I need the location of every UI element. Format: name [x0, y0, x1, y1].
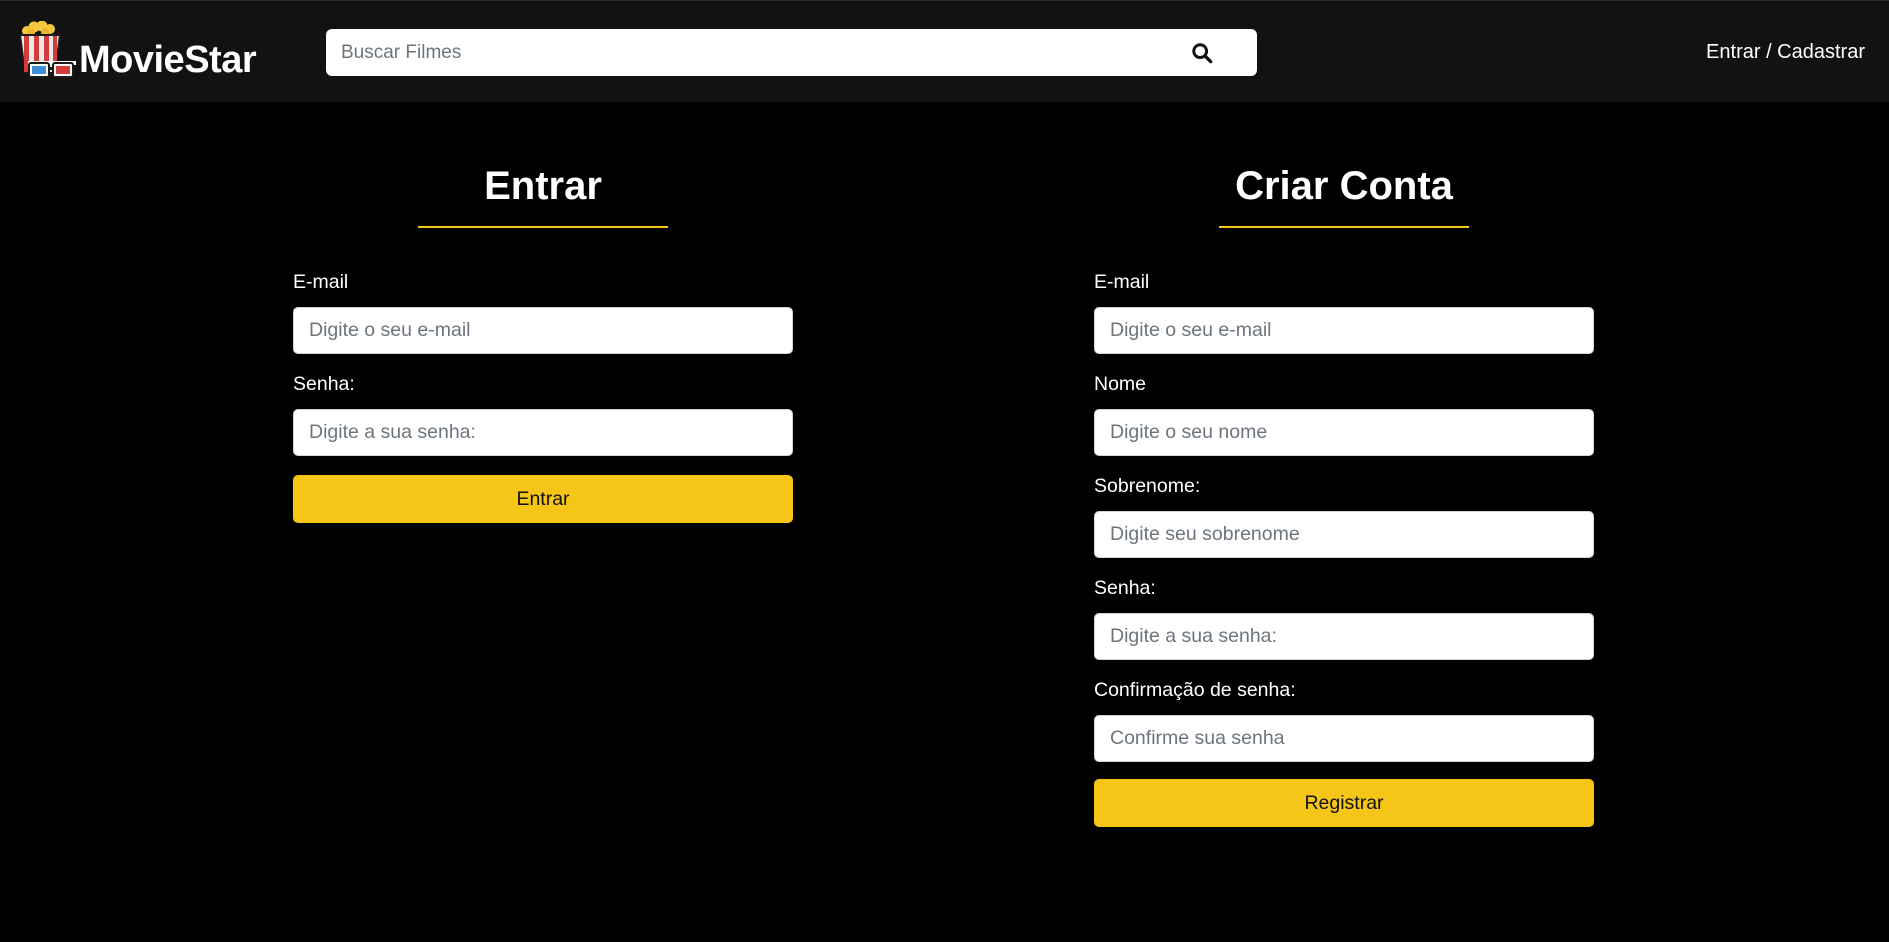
register-title-underline [1219, 226, 1469, 228]
search-icon [1191, 42, 1217, 64]
register-confirm-input[interactable] [1094, 715, 1594, 762]
register-password-group: Senha: [1094, 577, 1594, 660]
login-email-input[interactable] [293, 307, 793, 354]
register-name-input[interactable] [1094, 409, 1594, 456]
register-confirm-label: Confirmação de senha: [1094, 679, 1296, 701]
register-lastname-input[interactable] [1094, 511, 1594, 558]
login-section: Entrar E-mail Senha: Entrar [293, 160, 793, 523]
navbar: MovieStar Entrar / Cadastrar [0, 0, 1889, 102]
search-form [326, 29, 1257, 76]
register-confirm-group: Confirmação de senha: [1094, 679, 1594, 762]
login-password-label: Senha: [293, 373, 355, 395]
register-password-label: Senha: [1094, 577, 1156, 599]
register-email-input[interactable] [1094, 307, 1594, 354]
register-name-group: Nome [1094, 373, 1594, 456]
register-submit-button[interactable]: Registrar [1094, 779, 1594, 827]
register-form: E-mail Nome Sobrenome: Senha: Confirmaçã… [1094, 271, 1594, 827]
search-button[interactable] [1191, 40, 1217, 66]
search-input[interactable] [326, 29, 1186, 76]
register-email-group: E-mail [1094, 271, 1594, 354]
register-lastname-group: Sobrenome: [1094, 475, 1594, 558]
register-title: Criar Conta [1235, 164, 1453, 208]
login-register-link[interactable]: Entrar / Cadastrar [1706, 41, 1865, 64]
login-submit-button[interactable]: Entrar [293, 475, 793, 523]
login-form: E-mail Senha: Entrar [293, 271, 793, 523]
brand-link[interactable]: MovieStar [14, 21, 257, 87]
login-email-group: E-mail [293, 271, 793, 354]
popcorn-3d-glasses-icon [14, 21, 78, 87]
brand-name: MovieStar [79, 38, 257, 81]
login-password-group: Senha: [293, 373, 793, 456]
login-title-underline [418, 226, 668, 228]
register-name-label: Nome [1094, 373, 1147, 395]
login-email-label: E-mail [293, 271, 349, 293]
register-email-label: E-mail [1094, 271, 1150, 293]
register-lastname-label: Sobrenome: [1094, 475, 1201, 497]
login-password-input[interactable] [293, 409, 793, 456]
register-password-input[interactable] [1094, 613, 1594, 660]
register-section: Criar Conta E-mail Nome Sobrenome: Senha… [1094, 160, 1594, 827]
login-title: Entrar [484, 164, 602, 208]
